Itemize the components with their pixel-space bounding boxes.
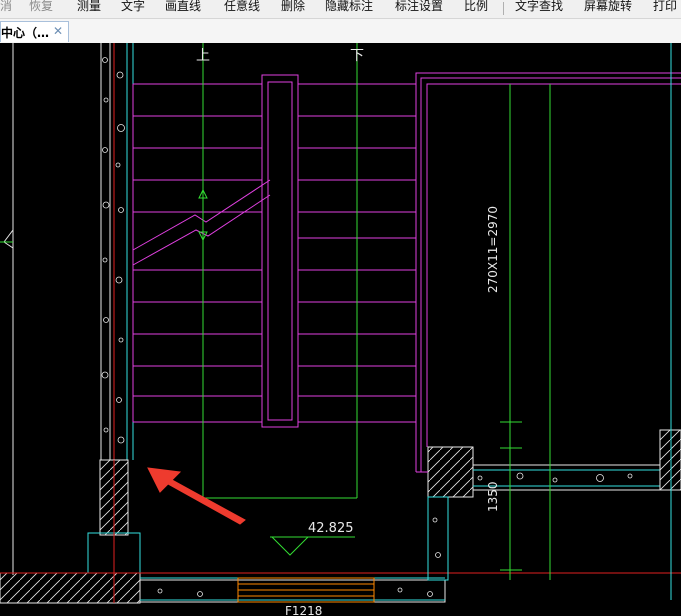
undo-button[interactable]: 消: [0, 0, 12, 14]
document-tab[interactable]: 中心（… ✕: [0, 21, 69, 42]
measure-button[interactable]: 测量: [77, 0, 101, 14]
close-icon[interactable]: ✕: [53, 24, 63, 38]
hide-annotation-button[interactable]: 隐藏标注: [325, 0, 373, 14]
print-button[interactable]: 打印: [653, 0, 677, 14]
document-tab-label: 中心（…: [1, 26, 50, 40]
text-button[interactable]: 文字: [121, 0, 145, 14]
toolbar: 消 恢复 测量 文字 画直线 任意线 删除 隐藏标注 标注设置 比例 文字查找 …: [0, 0, 681, 19]
annotation-settings-button[interactable]: 标注设置: [395, 0, 443, 14]
scale-button[interactable]: 比例: [464, 0, 488, 14]
redo-button[interactable]: 恢复: [29, 0, 53, 14]
delete-button[interactable]: 删除: [281, 0, 305, 14]
screen-rotate-button[interactable]: 屏幕旋转: [584, 0, 632, 14]
free-line-button[interactable]: 任意线: [224, 0, 260, 14]
document-tab-bar: 中心（… ✕: [0, 19, 681, 44]
elevation-label: 42.825: [308, 521, 354, 536]
up-label: 上: [196, 48, 210, 64]
landing-dimension-label: 1350: [486, 481, 500, 512]
draw-line-button[interactable]: 画直线: [165, 0, 201, 14]
bottom-dimension-label: F1218: [285, 604, 322, 616]
text-search-button[interactable]: 文字查找: [515, 0, 563, 14]
stair-dimension-label: 270X11=2970: [486, 206, 500, 293]
drawing-canvas[interactable]: 42.825 上 下 270X11=2970 1350 F1218: [0, 43, 681, 616]
toolbar-divider: [503, 2, 504, 15]
down-label: 下: [350, 48, 364, 64]
